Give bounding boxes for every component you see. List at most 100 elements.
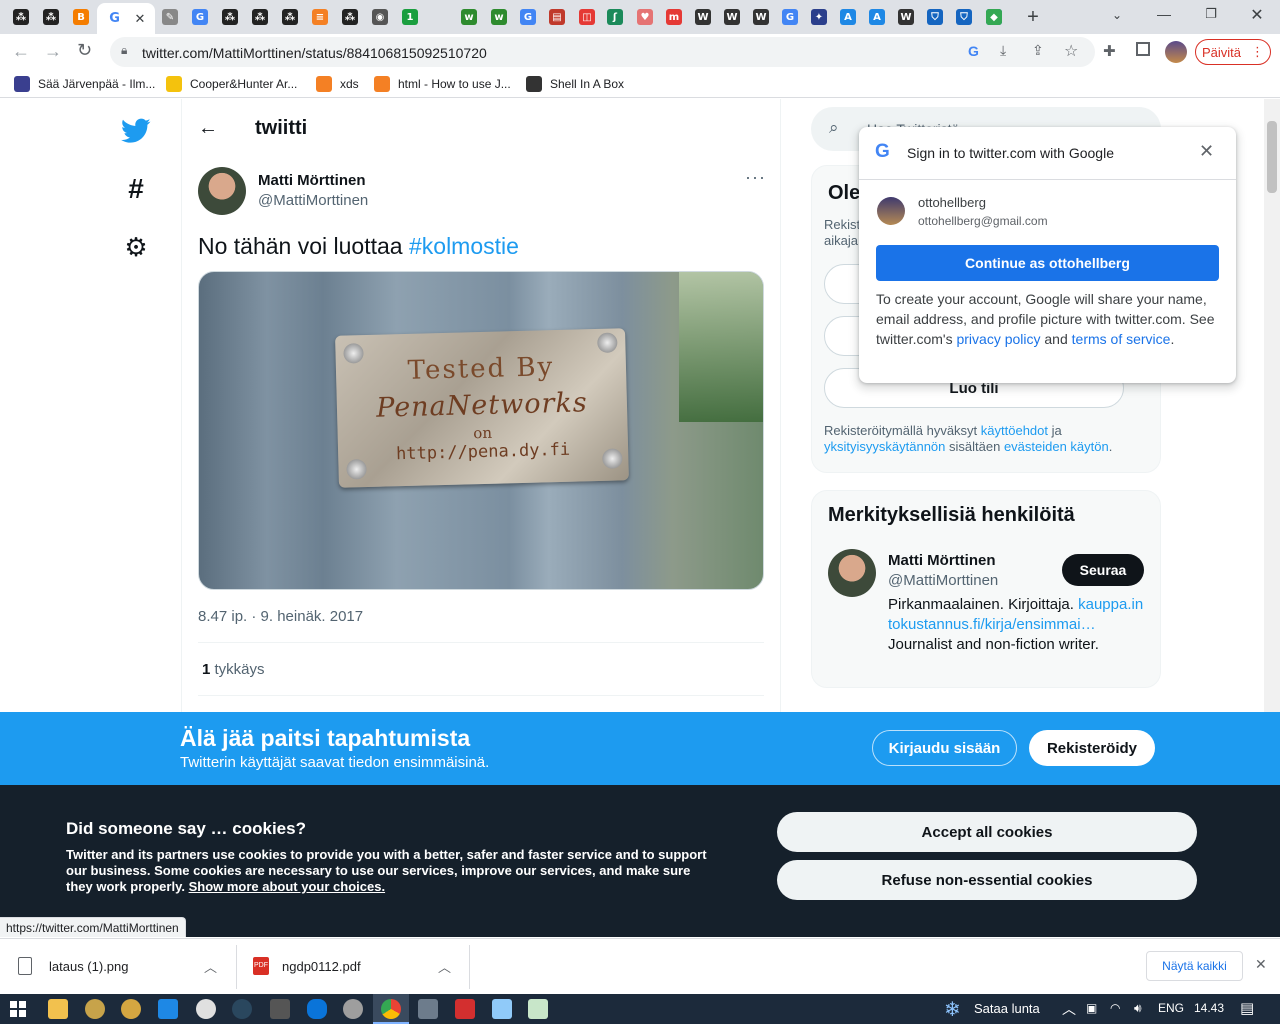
- browser-tab[interactable]: ⁂: [7, 4, 35, 30]
- language-indicator[interactable]: ENG: [1158, 1001, 1184, 1015]
- address-bar[interactable]: 🔒︎ twitter.com/MattiMorttinen/status/884…: [110, 37, 1095, 67]
- browser-tab[interactable]: ⁂: [37, 4, 65, 30]
- windows-start-icon[interactable]: [10, 1001, 26, 1017]
- likes-stat[interactable]: 1 tykkäys: [202, 661, 265, 678]
- accept-cookies-button[interactable]: Accept all cookies: [777, 812, 1197, 852]
- app-icon[interactable]: [85, 999, 105, 1019]
- profile-avatar[interactable]: [1165, 41, 1187, 63]
- file-explorer-icon[interactable]: [48, 999, 68, 1019]
- wifi-icon[interactable]: ◠: [1110, 1001, 1120, 1015]
- extensions-icon[interactable]: ✚: [1103, 42, 1116, 60]
- volume-icon[interactable]: 🔊︎: [1134, 1001, 1142, 1016]
- cookies-link[interactable]: evästeiden käytön: [1004, 439, 1109, 454]
- new-tab-button[interactable]: +: [1022, 7, 1044, 28]
- login-button[interactable]: Kirjaudu sisään: [872, 730, 1017, 766]
- browser-tab[interactable]: ◉: [366, 4, 394, 30]
- browser-tab[interactable]: 1: [396, 4, 424, 30]
- browser-tab[interactable]: ◫: [573, 4, 601, 30]
- star-icon[interactable]: ☆: [1064, 41, 1078, 61]
- browser-tab[interactable]: G: [514, 4, 542, 30]
- restore-button[interactable]: ❐: [1197, 6, 1225, 26]
- browser-tab[interactable]: ◆: [980, 4, 1008, 30]
- app-icon[interactable]: [492, 999, 512, 1019]
- person-avatar[interactable]: [828, 549, 876, 597]
- calculator-icon[interactable]: [418, 999, 438, 1019]
- update-button[interactable]: Päivitä ⋮: [1195, 39, 1271, 65]
- browser-tab-active[interactable]: G ✕: [97, 3, 155, 34]
- explore-hashtag-icon[interactable]: #: [118, 171, 154, 207]
- browser-tab[interactable]: A: [834, 4, 862, 30]
- browser-tab[interactable]: m: [660, 4, 688, 30]
- browser-tab[interactable]: ▤: [543, 4, 571, 30]
- browser-tab[interactable]: G: [776, 4, 804, 30]
- notifications-icon[interactable]: ▤: [1240, 999, 1254, 1017]
- forward-arrow-icon[interactable]: →: [44, 41, 62, 62]
- scrollbar-thumb[interactable]: [1267, 121, 1277, 193]
- privacy-link[interactable]: yksityisyyskäytännön: [824, 439, 945, 454]
- register-button[interactable]: Rekisteröidy: [1029, 730, 1155, 766]
- browser-tab[interactable]: W: [718, 4, 746, 30]
- terms-link[interactable]: käyttöehdot: [981, 423, 1048, 438]
- notepad-icon[interactable]: [528, 999, 548, 1019]
- bookmark-item[interactable]: Shell In A Box: [526, 76, 624, 92]
- person-handle[interactable]: @MattiMorttinen: [888, 572, 998, 589]
- chevron-up-icon[interactable]: ︿: [438, 957, 451, 976]
- terms-of-service-link[interactable]: terms of service: [1072, 331, 1171, 347]
- download-item[interactable]: lataus (1).png ︿: [12, 947, 232, 985]
- bookmark-item[interactable]: html - How to use J...: [374, 76, 511, 92]
- browser-tab[interactable]: ⁂: [336, 4, 364, 30]
- weather-text[interactable]: Sataa lunta: [974, 1001, 1040, 1016]
- close-icon[interactable]: ✕: [1199, 141, 1214, 162]
- person-name[interactable]: Matti Mörttinen: [888, 552, 995, 569]
- back-arrow-icon[interactable]: ←: [12, 41, 30, 62]
- browser-tab[interactable]: W: [747, 4, 775, 30]
- browser-tab[interactable]: G: [186, 4, 214, 30]
- install-icon[interactable]: ⤓: [1000, 42, 1006, 59]
- browser-tab[interactable]: W: [892, 4, 920, 30]
- tab-search-icon[interactable]: ⌄: [1112, 8, 1128, 24]
- clock[interactable]: 14.43: [1194, 1001, 1224, 1015]
- browser-tab[interactable]: ʃ: [601, 4, 629, 30]
- browser-tab[interactable]: A: [863, 4, 891, 30]
- tweet-image[interactable]: Tested By PenaNetworks on http://pena.dy…: [198, 271, 764, 590]
- app-icon[interactable]: [343, 999, 363, 1019]
- twitter-logo-icon[interactable]: [118, 113, 154, 149]
- browser-tab[interactable]: ⛉: [921, 4, 949, 30]
- minimize-button[interactable]: —: [1150, 6, 1178, 26]
- close-icon[interactable]: ✕: [1255, 956, 1267, 973]
- download-item[interactable]: PDF ngdp0112.pdf ︿: [248, 947, 468, 985]
- chrome-taskbar-button[interactable]: [373, 994, 409, 1024]
- onedrive-icon[interactable]: [307, 999, 327, 1019]
- browser-tab[interactable]: ⁂: [276, 4, 304, 30]
- more-options-icon[interactable]: ···: [745, 167, 766, 188]
- chevron-up-icon[interactable]: ︿: [204, 957, 217, 976]
- browser-tab[interactable]: ♥: [631, 4, 659, 30]
- share-icon[interactable]: ⇪: [1032, 42, 1044, 59]
- show-all-button[interactable]: Näytä kaikki: [1146, 951, 1243, 981]
- browser-tab[interactable]: ⁂: [246, 4, 274, 30]
- close-tab-icon[interactable]: ✕: [135, 11, 146, 27]
- privacy-policy-link[interactable]: privacy policy: [956, 331, 1040, 347]
- browser-tab[interactable]: W: [689, 4, 717, 30]
- browser-tab[interactable]: ≡: [306, 4, 334, 30]
- reload-icon[interactable]: ↻: [77, 40, 92, 61]
- browser-tab[interactable]: B: [67, 4, 95, 30]
- bookmark-item[interactable]: Sää Järvenpää - Ilm...: [14, 76, 155, 92]
- google-icon[interactable]: G: [968, 43, 979, 59]
- app-icon[interactable]: [121, 999, 141, 1019]
- app-icon[interactable]: [196, 999, 216, 1019]
- chevron-up-icon[interactable]: ︿: [1062, 999, 1076, 1019]
- steam-icon[interactable]: [232, 999, 252, 1019]
- hashtag-link[interactable]: #kolmostie: [409, 233, 519, 259]
- cookie-choices-link[interactable]: Show more about your choices.: [189, 879, 385, 894]
- back-arrow-icon[interactable]: ←: [198, 117, 218, 140]
- browser-tab[interactable]: ⛉: [950, 4, 978, 30]
- bookmark-item[interactable]: xds: [316, 76, 359, 92]
- bookmark-item[interactable]: Cooper&Hunter Ar...: [166, 76, 297, 92]
- browser-tab[interactable]: w: [485, 4, 513, 30]
- close-window-button[interactable]: ✕: [1243, 5, 1271, 25]
- browser-tab[interactable]: ✎: [156, 4, 184, 30]
- app-icon[interactable]: [455, 999, 475, 1019]
- refuse-cookies-button[interactable]: Refuse non-essential cookies: [777, 860, 1197, 900]
- browser-tab[interactable]: ⁂: [216, 4, 244, 30]
